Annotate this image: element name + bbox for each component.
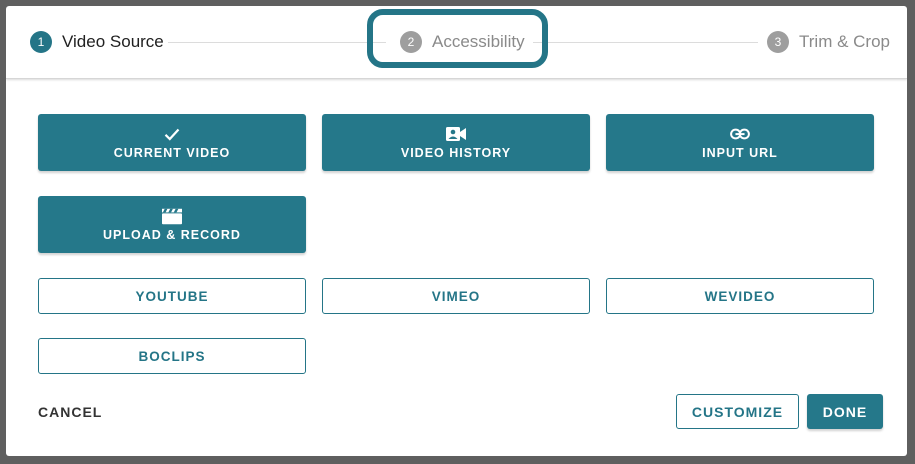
input-url-button[interactable]: INPUT URL xyxy=(606,114,874,171)
button-label: INPUT URL xyxy=(702,146,778,160)
step-number-circle: 1 xyxy=(30,31,52,53)
video-source-dialog: 1 Video Source 2 Accessibility 3 Trim & … xyxy=(6,6,907,456)
button-label: CURRENT VIDEO xyxy=(113,146,231,160)
video-account-icon xyxy=(446,125,466,143)
step-label: Trim & Crop xyxy=(799,32,890,51)
step-trim-crop[interactable]: 3 Trim & Crop xyxy=(767,31,890,53)
upload-record-button[interactable]: UPLOAD & RECORD xyxy=(38,196,306,253)
button-label: UPLOAD & RECORD xyxy=(103,228,241,242)
video-history-button[interactable]: VIDEO HISTORY xyxy=(322,114,590,171)
step-connector xyxy=(168,42,386,43)
accessibility-highlight-ring xyxy=(367,9,548,68)
step-connector xyxy=(533,42,758,43)
button-label: VIDEO HISTORY xyxy=(400,146,512,160)
step-number-circle: 3 xyxy=(767,31,789,53)
boclips-button[interactable]: BOCLIPS xyxy=(38,338,306,374)
step-label: Video Source xyxy=(62,32,164,51)
link-icon xyxy=(730,125,750,143)
stepper: 1 Video Source 2 Accessibility 3 Trim & … xyxy=(6,6,907,79)
done-button[interactable]: DONE xyxy=(807,394,883,429)
check-icon xyxy=(162,125,182,143)
vimeo-button[interactable]: VIMEO xyxy=(322,278,590,314)
clapperboard-icon xyxy=(162,207,182,225)
current-video-button[interactable]: CURRENT VIDEO xyxy=(38,114,306,171)
step-video-source[interactable]: 1 Video Source xyxy=(30,31,164,53)
customize-button[interactable]: CUSTOMIZE xyxy=(676,394,799,429)
cancel-button[interactable]: CANCEL xyxy=(38,397,102,427)
youtube-button[interactable]: YOUTUBE xyxy=(38,278,306,314)
wevideo-button[interactable]: WEVIDEO xyxy=(606,278,874,314)
